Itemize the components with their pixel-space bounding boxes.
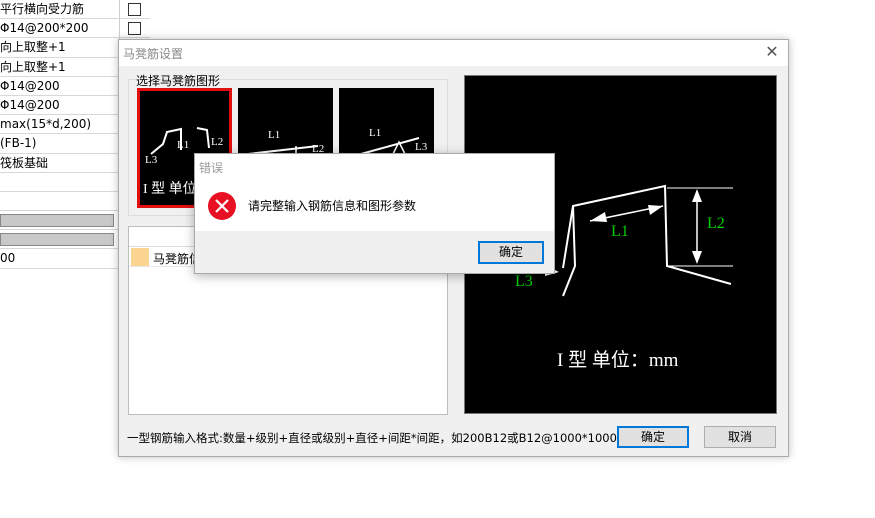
grid-scrollbar[interactable] xyxy=(0,214,114,228)
grid-scrollbar[interactable] xyxy=(0,233,114,247)
error-dialog-title: 错误 xyxy=(199,161,224,175)
grid-checkbox[interactable] xyxy=(128,22,141,36)
input-format-hint: 一型钢筋输入格式:数量+级别+直径或级别+直径+间距*间距，如200B12或B1… xyxy=(127,431,617,445)
error-ok-button[interactable]: 确定 xyxy=(478,241,544,264)
thumb-label-l3: L3 xyxy=(145,154,158,166)
thumb-label-l1: L1 xyxy=(268,129,280,141)
preview-label-l1: L1 xyxy=(611,223,629,240)
dialog-titlebar[interactable]: 马凳筋设置 ✕ xyxy=(119,40,788,66)
thumb-label-l3: L3 xyxy=(415,141,428,153)
cancel-button[interactable]: 取消 xyxy=(704,426,776,448)
error-icon xyxy=(207,191,237,221)
grid-checkbox[interactable] xyxy=(128,3,141,16)
preview-label-l2: L2 xyxy=(707,215,725,232)
grid-row[interactable]: 平行横向受力筋 xyxy=(0,0,150,20)
error-dialog: 错误 请完整输入钢筋信息和图形参数 确定 xyxy=(194,153,555,274)
preview-label-l3: L3 xyxy=(515,273,533,290)
thumb-label-l2: L2 xyxy=(211,136,223,148)
thumb-label-l1: L1 xyxy=(369,127,381,139)
close-icon[interactable]: ✕ xyxy=(764,44,780,60)
error-message: 请完整输入钢筋信息和图形参数 xyxy=(248,199,417,213)
thumb-caption: I 型 单位 xyxy=(143,181,197,197)
preview-caption: I 型 单位：mm xyxy=(557,349,679,371)
thumb-label-l1: L1 xyxy=(177,139,189,151)
row-marker xyxy=(131,248,149,266)
ok-button[interactable]: 确定 xyxy=(617,426,689,448)
shape-group-label: 选择马凳筋图形 xyxy=(136,74,221,88)
dialog-title: 马凳筋设置 xyxy=(123,47,184,61)
grid-row[interactable]: Φ14@200*200 xyxy=(0,19,150,39)
